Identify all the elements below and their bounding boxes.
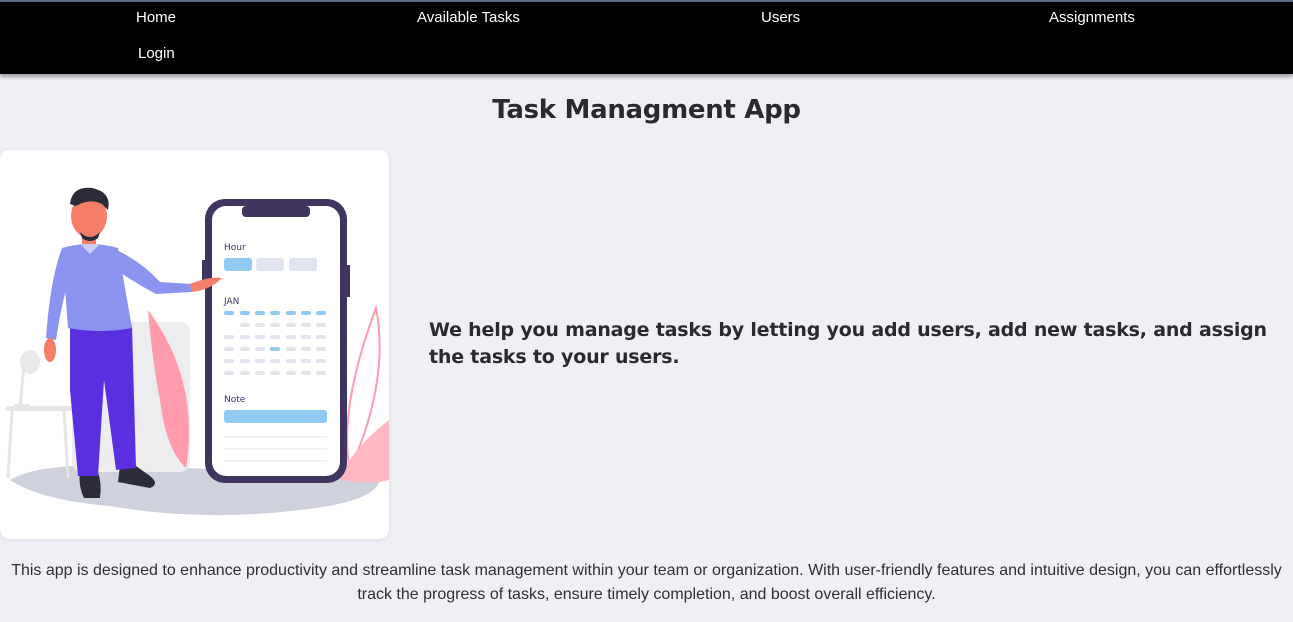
hero-illustration-card: Hour JAN Note [0, 150, 389, 539]
app-description: This app is designed to enhance producti… [11, 562, 1282, 603]
phone-month-label: JAN [223, 297, 239, 307]
hero-tagline: We help you manage tasks by letting you … [429, 319, 1267, 368]
person-with-phone-illustration: Hour JAN Note [6, 187, 389, 516]
desk-lamp-icon [14, 350, 40, 408]
nav-link-login[interactable]: Login [138, 45, 175, 62]
page-title: Task Managment App [492, 95, 801, 125]
nav-link-users[interactable]: Users [761, 9, 800, 26]
phone-illustration: Hour JAN Note [202, 199, 350, 483]
top-navbar: Home Available Tasks Users Assignments L… [0, 0, 1293, 74]
nav-link-available-tasks[interactable]: Available Tasks [417, 9, 520, 26]
phone-hour-label: Hour [224, 243, 246, 253]
nav-link-home[interactable]: Home [136, 9, 176, 26]
nav-link-assignments[interactable]: Assignments [1049, 9, 1135, 26]
phone-note-label: Note [224, 395, 246, 405]
